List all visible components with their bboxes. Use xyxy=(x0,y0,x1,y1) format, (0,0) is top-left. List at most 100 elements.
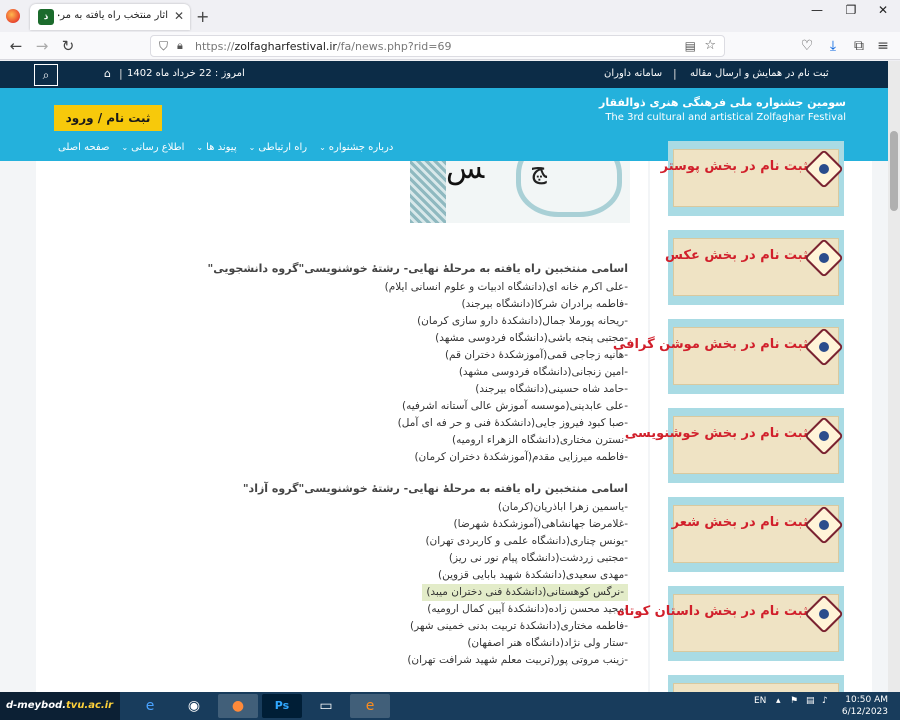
menu-home[interactable]: صفحه اصلی xyxy=(58,142,109,153)
date-label: امروز : 22 خرداد ماه 1402 xyxy=(127,68,245,79)
volume-icon[interactable]: ♪ xyxy=(822,696,828,706)
register-poetry-card[interactable]: ثبت نام در بخش شعر xyxy=(668,497,844,572)
conference-register-link[interactable]: ثبت نام در همایش و ارسال مقاله xyxy=(690,68,829,79)
list-item: -ستار ولی نژاد(دانشگاه هنر اصفهان) xyxy=(467,637,628,649)
calligraphy-banner-image: ﺲ ﭻ xyxy=(410,161,630,223)
address-bar[interactable]: ⛉ 🔒︎ https://zolfagharfestival.ir/fa/new… xyxy=(150,35,725,57)
forward-arrow-icon[interactable]: → xyxy=(32,37,52,55)
network-icon[interactable]: ▤ xyxy=(806,696,815,706)
divider: | xyxy=(673,67,677,80)
menu-news[interactable]: اطلاع رسانی⌄ xyxy=(121,142,184,153)
clock-time: 10:50 AM xyxy=(845,695,888,705)
menu-about[interactable]: درباره جشنواره⌄ xyxy=(319,142,393,153)
card-label: ثبت نام در بخش موشن گرافی xyxy=(612,337,808,352)
bookmark-star-icon[interactable]: ☆ xyxy=(704,38,716,53)
downloads-icon[interactable]: ⤓ xyxy=(824,38,842,54)
new-tab-button[interactable]: + xyxy=(196,7,209,26)
extensions-icon[interactable]: ⧉ xyxy=(850,38,868,54)
site-favicon-icon: ذ xyxy=(38,9,54,25)
group-title: اسامی منتخبین راه یافته به مرحلهٔ نهایی-… xyxy=(207,262,628,275)
list-item: -ریحانه پورملا جمال(دانشکدهٔ دارو سازی ک… xyxy=(417,315,628,327)
card-label: ثبت نام در بخش داستان کوتاه xyxy=(617,604,808,619)
page-viewport: ⌕ ⌂ | امروز : 22 خرداد ماه 1402 سامانه د… xyxy=(0,61,888,692)
list-item: -فاطمه میرزایی مقدم(آموزشکدهٔ دختران کرم… xyxy=(414,451,628,463)
firefox-icon[interactable]: ● xyxy=(218,694,258,718)
menu-links[interactable]: پیوند ها⌄ xyxy=(196,142,236,153)
main-menu: صفحه اصلی اطلاع رسانی⌄ پیوند ها⌄ راه ارت… xyxy=(58,142,393,153)
list-item: -فاطمه مختاری(دانشکدهٔ تربیت بدنی خمینی … xyxy=(409,620,628,632)
windows-taskbar: d-meybod.tvu.ac.ir e ◉ ● Ps ▭ e EN ▴ ⚑ ▤… xyxy=(0,692,900,720)
app-icon[interactable]: e xyxy=(350,694,390,718)
list-item: -غلامرضا جهانشاهی(آموزشکدهٔ شهرضا) xyxy=(453,518,628,530)
list-item: -هانیه زجاجی قمی(آموزشکدهٔ دختران قم) xyxy=(444,349,628,361)
list-item: -فاطمه برادران شرکا(دانشگاه بیرجند) xyxy=(461,298,628,310)
site-topbar: ⌕ ⌂ | امروز : 22 خرداد ماه 1402 سامانه د… xyxy=(0,61,888,88)
watermark-logo: d-meybod.tvu.ac.ir xyxy=(0,692,120,720)
tray-arrow-icon[interactable]: ▴ xyxy=(776,696,781,706)
list-item: -مجتبی زردشت(دانشگاه پیام نور نی ریز) xyxy=(448,552,628,564)
maximize-window-button[interactable]: ❐ xyxy=(834,0,868,22)
calligraphy-glyph: ﭻ xyxy=(530,161,547,185)
divider: | xyxy=(119,67,123,80)
list-item: -مهدی سعیدی(دانشکدهٔ شهید بابایی قزوین) xyxy=(437,569,628,581)
list-item: -حامد شاه حسینی(دانشگاه بیرجند) xyxy=(475,383,628,395)
list-item: -امین زنجانی(دانشگاه فردوسی مشهد) xyxy=(458,366,628,378)
internet-explorer-icon[interactable]: e xyxy=(130,694,170,718)
register-next-card[interactable] xyxy=(668,675,844,692)
group-title: اسامی منتخبین راه یافته به مرحلهٔ نهایی-… xyxy=(242,482,628,495)
language-indicator[interactable]: EN xyxy=(754,696,766,706)
lock-icon[interactable]: 🔒︎ xyxy=(177,39,183,53)
close-tab-icon[interactable]: ✕ xyxy=(174,9,184,23)
close-window-button[interactable]: ✕ xyxy=(866,0,900,22)
scrollbar-thumb[interactable] xyxy=(890,131,898,211)
browser-tab[interactable]: ذ آثار منتخب راه یافته به مرحله نهایی ✕ xyxy=(30,4,190,30)
photoshop-icon[interactable]: Ps xyxy=(262,694,302,718)
register-motion-graphic-card[interactable]: ثبت نام در بخش موشن گرافی xyxy=(613,319,844,394)
menu-hamburger-icon[interactable]: ≡ xyxy=(874,38,892,54)
list-item: -مجتبی پنجه باشی(دانشگاه فردوسی مشهد) xyxy=(435,332,628,344)
news-content: ﺲ ﭻ اسامی منتخبین راه یافته به مرحلهٔ نه… xyxy=(36,161,648,692)
register-calligraphy-card[interactable]: ثبت نام در بخش خوشنویسی xyxy=(625,408,844,483)
card-frame xyxy=(673,683,839,692)
festival-title-fa: سومین جشنواره ملی فرهنگی هنری ذوالفقار xyxy=(598,96,846,109)
minimize-window-button[interactable]: — xyxy=(800,0,834,22)
pocket-icon[interactable]: ♡ xyxy=(798,38,816,54)
taskbar-clock[interactable]: 10:50 AM 6/12/2023 xyxy=(842,694,888,718)
tracking-shield-icon[interactable]: ⛉ xyxy=(159,39,168,54)
student-group-list: اسامی منتخبین راه یافته به مرحلهٔ نهایی-… xyxy=(208,262,628,466)
search-icon[interactable]: ⌕ xyxy=(34,64,58,86)
list-item: -زینب مروتی پور(تربیت معلم شهید شرافت ته… xyxy=(407,654,628,666)
card-label: ثبت نام در بخش عکس xyxy=(665,248,808,263)
judges-system-link[interactable]: سامانه داوران xyxy=(604,68,662,79)
free-group-list: اسامی منتخبین راه یافته به مرحلهٔ نهایی-… xyxy=(243,482,628,669)
list-item: -علی عابدینی(موسسه آموزش عالی آستانه اشر… xyxy=(402,400,628,412)
register-login-button[interactable]: ثبت نام / ورود xyxy=(54,105,162,131)
registration-sidebar: ثبت نام در بخش پوستر ثبت نام در بخش عکس … xyxy=(613,141,872,692)
list-item: -نسترن مختاری(دانشگاه الزهراء ارومیه) xyxy=(452,434,628,446)
chrome-icon[interactable]: ◉ xyxy=(174,694,214,718)
calligraphy-glyph: ﺲ xyxy=(446,161,485,186)
register-short-story-card[interactable]: ثبت نام در بخش داستان کوتاه xyxy=(617,586,844,661)
tile-border xyxy=(410,161,446,223)
chevron-down-icon: ⌄ xyxy=(196,143,204,152)
back-arrow-icon[interactable]: ← xyxy=(6,37,26,55)
home-icon[interactable]: ⌂ xyxy=(104,67,111,80)
list-item: -یونس چناری(دانشگاه علمی و کاربردی تهران… xyxy=(425,535,628,547)
chevron-down-icon: ⌄ xyxy=(248,143,256,152)
reload-icon[interactable]: ↻ xyxy=(58,37,78,55)
list-item: -علی اکرم خانه ای(دانشگاه ادبیات و علوم … xyxy=(384,281,628,293)
card-label: ثبت نام در بخش خوشنویسی xyxy=(624,426,808,441)
flag-icon[interactable]: ⚑ xyxy=(790,696,798,706)
page-scrollbar[interactable] xyxy=(888,61,900,692)
browser-navbar: ← → ↻ ⛉ 🔒︎ https://zolfagharfestival.ir/… xyxy=(0,32,900,60)
register-photo-card[interactable]: ثبت نام در بخش عکس xyxy=(665,230,844,305)
clock-date: 6/12/2023 xyxy=(841,707,888,717)
highlighted-list-item: -نرگس کوهستانی(دانشکدهٔ فنی دختران میبد) xyxy=(422,584,628,601)
url-text[interactable]: https://zolfagharfestival.ir/fa/news.php… xyxy=(195,40,452,53)
register-poster-card[interactable]: ثبت نام در بخش پوستر xyxy=(661,141,844,216)
menu-contact[interactable]: راه ارتباطی⌄ xyxy=(249,142,307,153)
card-label: ثبت نام در بخش شعر xyxy=(671,515,808,530)
reader-view-icon[interactable]: ▤ xyxy=(685,39,696,53)
firefox-menu-icon[interactable] xyxy=(6,9,20,23)
file-explorer-icon[interactable]: ▭ xyxy=(306,694,346,718)
